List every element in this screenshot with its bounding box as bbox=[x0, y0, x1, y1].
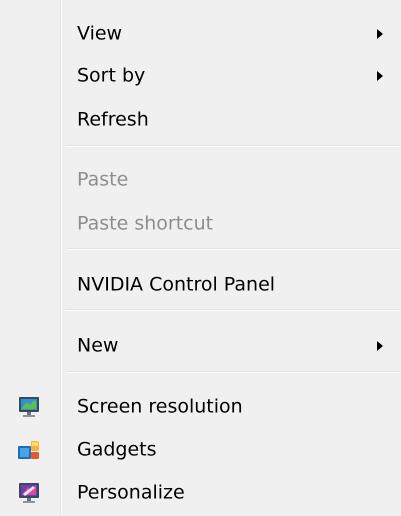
menu-item-refresh[interactable]: Refresh bbox=[0, 102, 401, 138]
gadgets-icon bbox=[16, 438, 42, 462]
menu-item-label: Sort by bbox=[77, 64, 146, 87]
desktop-context-menu: View Sort by Refresh Paste Paste shortcu… bbox=[0, 0, 401, 516]
menu-item-label: Paste shortcut bbox=[77, 212, 214, 235]
menu-item-gadgets[interactable]: Gadgets bbox=[0, 432, 401, 468]
menu-item-screen-resolution[interactable]: Screen resolution bbox=[0, 389, 401, 425]
menu-item-label: NVIDIA Control Panel bbox=[77, 273, 276, 296]
menu-separator bbox=[66, 371, 401, 373]
menu-separator bbox=[66, 309, 401, 311]
menu-item-sort-by[interactable]: Sort by bbox=[0, 58, 401, 94]
menu-item-label: View bbox=[77, 22, 123, 45]
personalize-icon bbox=[16, 481, 42, 505]
menu-item-paste-shortcut: Paste shortcut bbox=[0, 206, 401, 242]
menu-item-paste: Paste bbox=[0, 162, 401, 198]
menu-item-personalize[interactable]: Personalize bbox=[0, 475, 401, 511]
menu-item-label: Refresh bbox=[77, 108, 149, 131]
menu-item-new[interactable]: New bbox=[0, 328, 401, 364]
monitor-icon bbox=[16, 395, 42, 419]
submenu-arrow-icon bbox=[377, 29, 383, 39]
submenu-arrow-icon bbox=[377, 341, 383, 351]
menu-item-label: Personalize bbox=[77, 481, 185, 504]
menu-separator bbox=[66, 248, 401, 250]
menu-item-label: Gadgets bbox=[77, 438, 157, 461]
menu-item-label: New bbox=[77, 334, 119, 357]
submenu-arrow-icon bbox=[377, 71, 383, 81]
menu-item-label: Paste bbox=[77, 168, 129, 191]
menu-item-nvidia-control-panel[interactable]: NVIDIA Control Panel bbox=[0, 267, 401, 303]
menu-separator bbox=[66, 145, 401, 147]
menu-item-label: Screen resolution bbox=[77, 395, 243, 418]
menu-item-view[interactable]: View bbox=[0, 16, 401, 52]
